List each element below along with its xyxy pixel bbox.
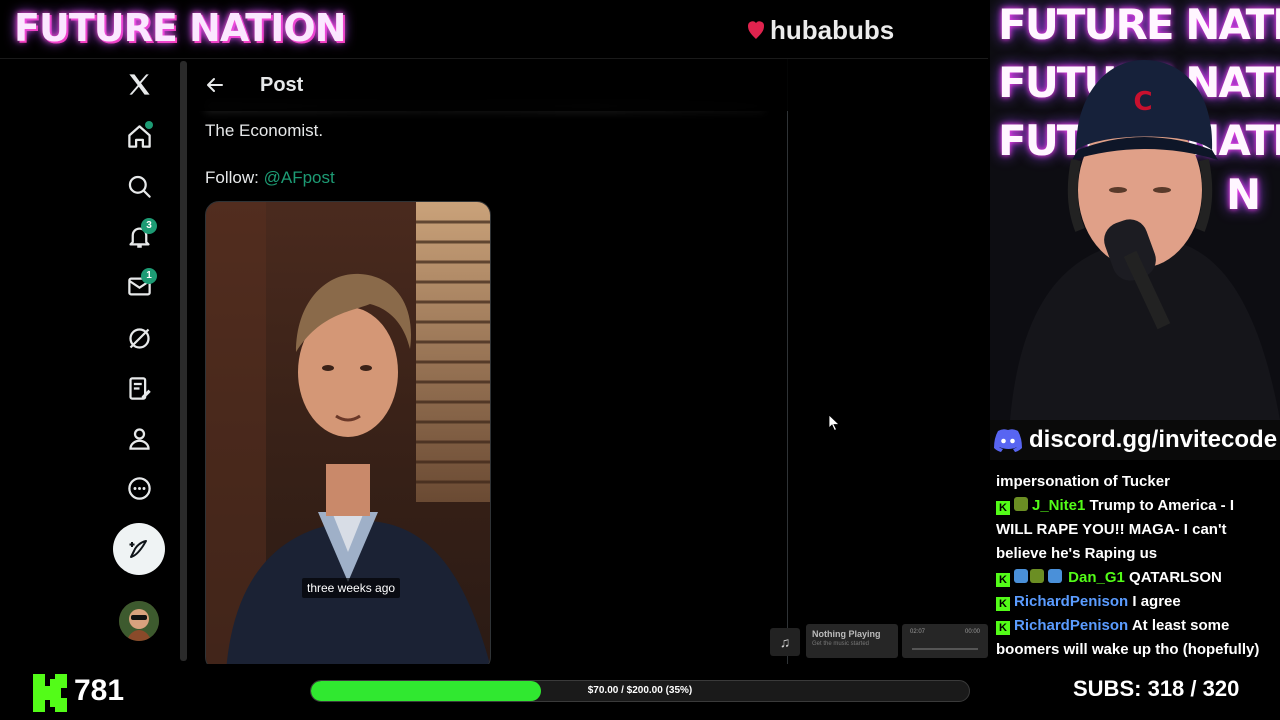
post-video[interactable]: three weeks ago xyxy=(205,201,491,664)
person-icon xyxy=(128,427,150,450)
video-caption: three weeks ago xyxy=(302,578,401,598)
grok-icon xyxy=(128,327,150,349)
post-header: Post xyxy=(188,59,788,111)
sword-badge-icon xyxy=(1048,569,1062,583)
emoji-badge-icon xyxy=(1030,569,1044,583)
music-timer: 02:07 00:00 xyxy=(902,624,988,658)
nav-messages[interactable]: 1 xyxy=(114,261,164,311)
chat-message: impersonation of Tucker xyxy=(996,470,1274,494)
stream-bottom-bar: 781 $70.00 / $200.00 (35%) SUBS: 318 / 3… xyxy=(0,664,1280,720)
x-logo-icon xyxy=(128,73,150,95)
streamer-webcam-image: C xyxy=(1010,60,1280,420)
music-info: Nothing Playing Get the music started xyxy=(806,624,898,658)
music-widget: ♫ Nothing Playing Get the music started … xyxy=(770,624,988,660)
chat-username[interactable]: J_Nite1 xyxy=(1032,497,1085,514)
donation-goal-text: $70.00 / $200.00 (35%) xyxy=(587,685,693,696)
nav-lists[interactable] xyxy=(114,363,164,413)
svg-text:C: C xyxy=(1133,87,1152,117)
messages-badge: 1 xyxy=(141,268,157,284)
nav-more[interactable] xyxy=(114,463,164,513)
sponsor-name: hubabubs xyxy=(770,14,895,45)
mouse-cursor-icon xyxy=(829,415,839,431)
nav-notifications[interactable]: 3 xyxy=(114,211,164,261)
notifications-badge: 3 xyxy=(141,218,157,234)
post-body-text: The Economist. xyxy=(205,121,324,140)
sub-badge-icon xyxy=(1014,569,1028,583)
nav-explore[interactable] xyxy=(114,161,164,211)
x-app-window: 3 1 Post The Economist. Follow: @AFpost … xyxy=(0,58,988,664)
account-avatar[interactable] xyxy=(119,601,159,641)
sub-goal: SUBS: 318 / 320 xyxy=(1073,676,1239,702)
music-note-icon: ♫ xyxy=(770,628,800,656)
follow-handle-link[interactable]: @AFpost xyxy=(264,168,335,187)
follower-count: 781 xyxy=(74,674,125,707)
nav-grok[interactable] xyxy=(114,313,164,363)
music-subtitle: Get the music started xyxy=(812,641,870,647)
subs-label: SUBS: xyxy=(1073,676,1142,701)
discord-icon xyxy=(994,429,1022,452)
x-sidebar-nav: 3 1 xyxy=(0,59,180,664)
back-button[interactable] xyxy=(195,65,235,105)
kick-badge-icon: K xyxy=(996,621,1010,635)
chat-username[interactable]: RichardPenison xyxy=(1014,617,1128,634)
post-column: Post The Economist. Follow: @AFpost thre… xyxy=(188,59,788,664)
sponsor-logo: hubabubs xyxy=(748,14,894,46)
discord-banner: discord.gg/invitecode xyxy=(990,420,1280,460)
subs-value: 318 / 320 xyxy=(1147,676,1240,701)
chat-message: K RichardPenison I agree xyxy=(996,590,1274,614)
heart-icon xyxy=(748,21,764,39)
stream-chat: impersonation of Tucker K J_Nite1 Trump t… xyxy=(990,462,1280,664)
arrow-left-icon xyxy=(207,78,223,92)
webcam-panel: FUTURE NATION FUTURE NATION FUTURE NATIO… xyxy=(990,0,1280,420)
music-progress-bar xyxy=(912,648,978,650)
chat-message: K J_Nite1 Trump to America - I WILL RAPE … xyxy=(996,494,1274,566)
kick-badge-icon: K xyxy=(996,573,1010,587)
follow-label: Follow: xyxy=(205,168,259,187)
chat-message-text: impersonation of Tucker xyxy=(996,473,1170,490)
donation-goal-bar: $70.00 / $200.00 (35%) xyxy=(310,680,970,702)
discord-link-text: discord.gg/invitecode xyxy=(1029,426,1278,453)
page-title: Post xyxy=(260,73,304,96)
list-edit-icon xyxy=(128,376,151,400)
chat-username[interactable]: RichardPenison xyxy=(1014,593,1128,610)
music-title: Nothing Playing xyxy=(812,629,881,639)
chat-scroll-cutoff xyxy=(996,462,1274,470)
follow-line: Follow: @AFpost xyxy=(205,166,335,190)
stream-brand-title: FUTURE NATION xyxy=(14,6,346,50)
chat-message: K Dan_G1 QATARLSON xyxy=(996,566,1274,590)
compose-post-button[interactable] xyxy=(113,523,165,575)
nav-profile[interactable] xyxy=(114,413,164,463)
nav-scrollbar[interactable] xyxy=(180,61,187,661)
kick-logo-icon xyxy=(33,674,67,712)
kick-badge-icon: K xyxy=(996,597,1010,611)
chat-message-text: I agree xyxy=(1132,593,1181,610)
emoji-badge-icon xyxy=(1014,497,1028,511)
x-logo-button[interactable] xyxy=(114,59,164,109)
chat-message-text: QATARLSON xyxy=(1129,569,1222,586)
kick-badge-icon: K xyxy=(996,501,1010,515)
nav-home[interactable] xyxy=(114,111,164,161)
search-icon xyxy=(128,175,151,198)
avatar-image xyxy=(119,601,159,641)
chat-username[interactable]: Dan_G1 xyxy=(1068,569,1125,586)
home-unread-dot xyxy=(145,121,153,129)
more-circle-icon xyxy=(127,476,151,500)
feather-plus-icon xyxy=(129,540,147,558)
chat-message: K RichardPenison At least some boomers wi… xyxy=(996,614,1274,662)
